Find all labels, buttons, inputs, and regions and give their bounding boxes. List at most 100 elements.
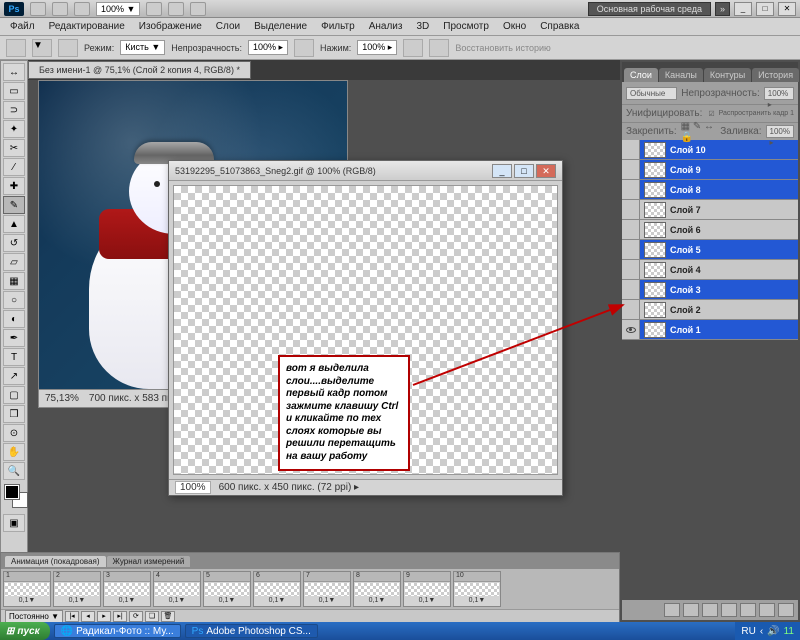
hand-icon[interactable] — [146, 2, 162, 16]
tray-icon[interactable]: ‹ — [760, 626, 763, 637]
menu-help[interactable]: Справка — [534, 20, 585, 33]
layer-mask-icon[interactable] — [702, 603, 718, 617]
layer-thumbnail[interactable] — [644, 182, 666, 198]
delete-layer-icon[interactable] — [778, 603, 794, 617]
taskbar-task-browser[interactable]: 🌐Радикал-Фото :: Му... — [54, 624, 181, 638]
workspace-arrow[interactable]: » — [715, 2, 730, 16]
layer-row[interactable]: Слой 5 — [622, 240, 798, 260]
dodge-tool[interactable]: ◐ — [3, 310, 25, 328]
layer-thumbnail[interactable] — [644, 202, 666, 218]
view-extras-icon[interactable] — [74, 2, 90, 16]
language-indicator[interactable]: RU — [741, 626, 755, 637]
hand-tool[interactable]: ✋ — [3, 443, 25, 461]
layer-name[interactable]: Слой 10 — [670, 145, 706, 155]
layer-name[interactable]: Слой 5 — [670, 245, 701, 255]
layer-row[interactable]: Слой 7 — [622, 200, 798, 220]
mini-bridge-icon[interactable] — [52, 2, 68, 16]
animation-frame[interactable]: 30,1▼ — [103, 571, 151, 607]
foreground-color[interactable] — [5, 485, 19, 499]
animation-frame[interactable]: 60,1▼ — [253, 571, 301, 607]
first-frame-button[interactable]: |◂ — [65, 611, 79, 622]
blend-mode-select[interactable]: Обычные — [626, 87, 677, 100]
layer-row[interactable]: Слой 1 — [622, 320, 798, 340]
pressure-size-icon[interactable] — [429, 39, 449, 57]
layer-name[interactable]: Слой 6 — [670, 225, 701, 235]
animation-frame[interactable]: 50,1▼ — [203, 571, 251, 607]
marquee-tool[interactable]: ▭ — [3, 82, 25, 100]
mode-select[interactable]: Кисть ▼ — [120, 40, 165, 55]
delete-frame-button[interactable]: 🗑 — [161, 611, 175, 622]
crop-tool[interactable]: ✂ — [3, 139, 25, 157]
layer-thumbnail[interactable] — [644, 162, 666, 178]
tab-history[interactable]: История — [752, 68, 799, 82]
adjustment-layer-icon[interactable] — [721, 603, 737, 617]
visibility-toggle[interactable] — [622, 140, 640, 159]
doc1-zoom[interactable]: 75,13% — [45, 393, 79, 404]
layer-name[interactable]: Слой 2 — [670, 305, 701, 315]
pen-tool[interactable]: ✒ — [3, 329, 25, 347]
tab-channels[interactable]: Каналы — [659, 68, 703, 82]
doc2-close-button[interactable]: ✕ — [536, 164, 556, 178]
tab-animation[interactable]: Анимация (покадровая) — [5, 556, 106, 567]
animation-frame[interactable]: 100,1▼ — [453, 571, 501, 607]
gradient-tool[interactable]: ▦ — [3, 272, 25, 290]
layer-thumbnail[interactable] — [644, 322, 666, 338]
zoom-display[interactable]: 100% ▼ — [96, 2, 140, 16]
animation-frame[interactable]: 20,1▼ — [53, 571, 101, 607]
workspace-selector[interactable]: Основная рабочая среда — [588, 2, 711, 16]
layer-row[interactable]: Слой 4 — [622, 260, 798, 280]
doc-tab-1[interactable]: Без имени-1 @ 75,1% (Слой 2 копия 4, RGB… — [28, 61, 251, 79]
new-layer-icon[interactable] — [759, 603, 775, 617]
doc2-minimize-button[interactable]: _ — [492, 164, 512, 178]
layer-thumbnail[interactable] — [644, 242, 666, 258]
maximize-button[interactable]: □ — [756, 2, 774, 16]
layer-thumbnail[interactable] — [644, 222, 666, 238]
layer-thumbnail[interactable] — [644, 262, 666, 278]
layer-group-icon[interactable] — [740, 603, 756, 617]
propagate-label[interactable]: Распространить кадр 1 — [719, 110, 794, 117]
tab-measurement-log[interactable]: Журнал измерений — [107, 556, 191, 567]
quickmask-tool[interactable]: ▣ — [3, 514, 25, 532]
system-tray[interactable]: RU ‹ 🔊 11 — [735, 622, 800, 640]
3d-tool[interactable]: ❒ — [3, 405, 25, 423]
layer-name[interactable]: Слой 4 — [670, 265, 701, 275]
clock[interactable]: 11 — [784, 626, 794, 637]
visibility-toggle[interactable] — [622, 180, 640, 199]
layer-name[interactable]: Слой 9 — [670, 165, 701, 175]
visibility-toggle[interactable] — [622, 300, 640, 319]
visibility-toggle[interactable] — [622, 280, 640, 299]
doc2-maximize-button[interactable]: □ — [514, 164, 534, 178]
visibility-toggle[interactable] — [622, 260, 640, 279]
start-button[interactable]: ⊞пуск — [0, 622, 50, 640]
doc2-zoom[interactable]: 100% — [175, 481, 211, 494]
eraser-tool[interactable]: ▱ — [3, 253, 25, 271]
brush-panel-icon[interactable] — [58, 39, 78, 57]
tab-paths[interactable]: Контуры — [704, 68, 751, 82]
animation-frame[interactable]: 10,1▼ — [3, 571, 51, 607]
brush-preset-icon[interactable]: ▼ — [32, 39, 52, 57]
shape-tool[interactable]: ▢ — [3, 386, 25, 404]
path-tool[interactable]: ↗ — [3, 367, 25, 385]
menu-view[interactable]: Просмотр — [437, 20, 495, 33]
tray-icon[interactable]: 🔊 — [767, 626, 779, 637]
menu-3d[interactable]: 3D — [410, 20, 435, 33]
menu-window[interactable]: Окно — [497, 20, 532, 33]
healing-tool[interactable]: ✚ — [3, 177, 25, 195]
animation-frame[interactable]: 90,1▼ — [403, 571, 451, 607]
animation-frame[interactable]: 40,1▼ — [153, 571, 201, 607]
layer-name[interactable]: Слой 3 — [670, 285, 701, 295]
menu-edit[interactable]: Редактирование — [43, 20, 131, 33]
menu-select[interactable]: Выделение — [248, 20, 313, 33]
layer-thumbnail[interactable] — [644, 142, 666, 158]
prev-frame-button[interactable]: ◂ — [81, 611, 95, 622]
menu-analysis[interactable]: Анализ — [363, 20, 409, 33]
close-button[interactable]: ✕ — [778, 2, 796, 16]
menu-file[interactable]: Файл — [4, 20, 41, 33]
fill-field[interactable]: 100% ▸ — [766, 125, 794, 138]
taskbar-task-photoshop[interactable]: PsAdobe Photoshop CS... — [185, 624, 318, 638]
minimize-button[interactable]: _ — [734, 2, 752, 16]
opacity-field[interactable]: 100% ▸ — [248, 40, 288, 55]
layer-opacity-field[interactable]: 100% ▸ — [764, 87, 794, 100]
flow-field[interactable]: 100% ▸ — [357, 40, 397, 55]
layer-row[interactable]: Слой 8 — [622, 180, 798, 200]
